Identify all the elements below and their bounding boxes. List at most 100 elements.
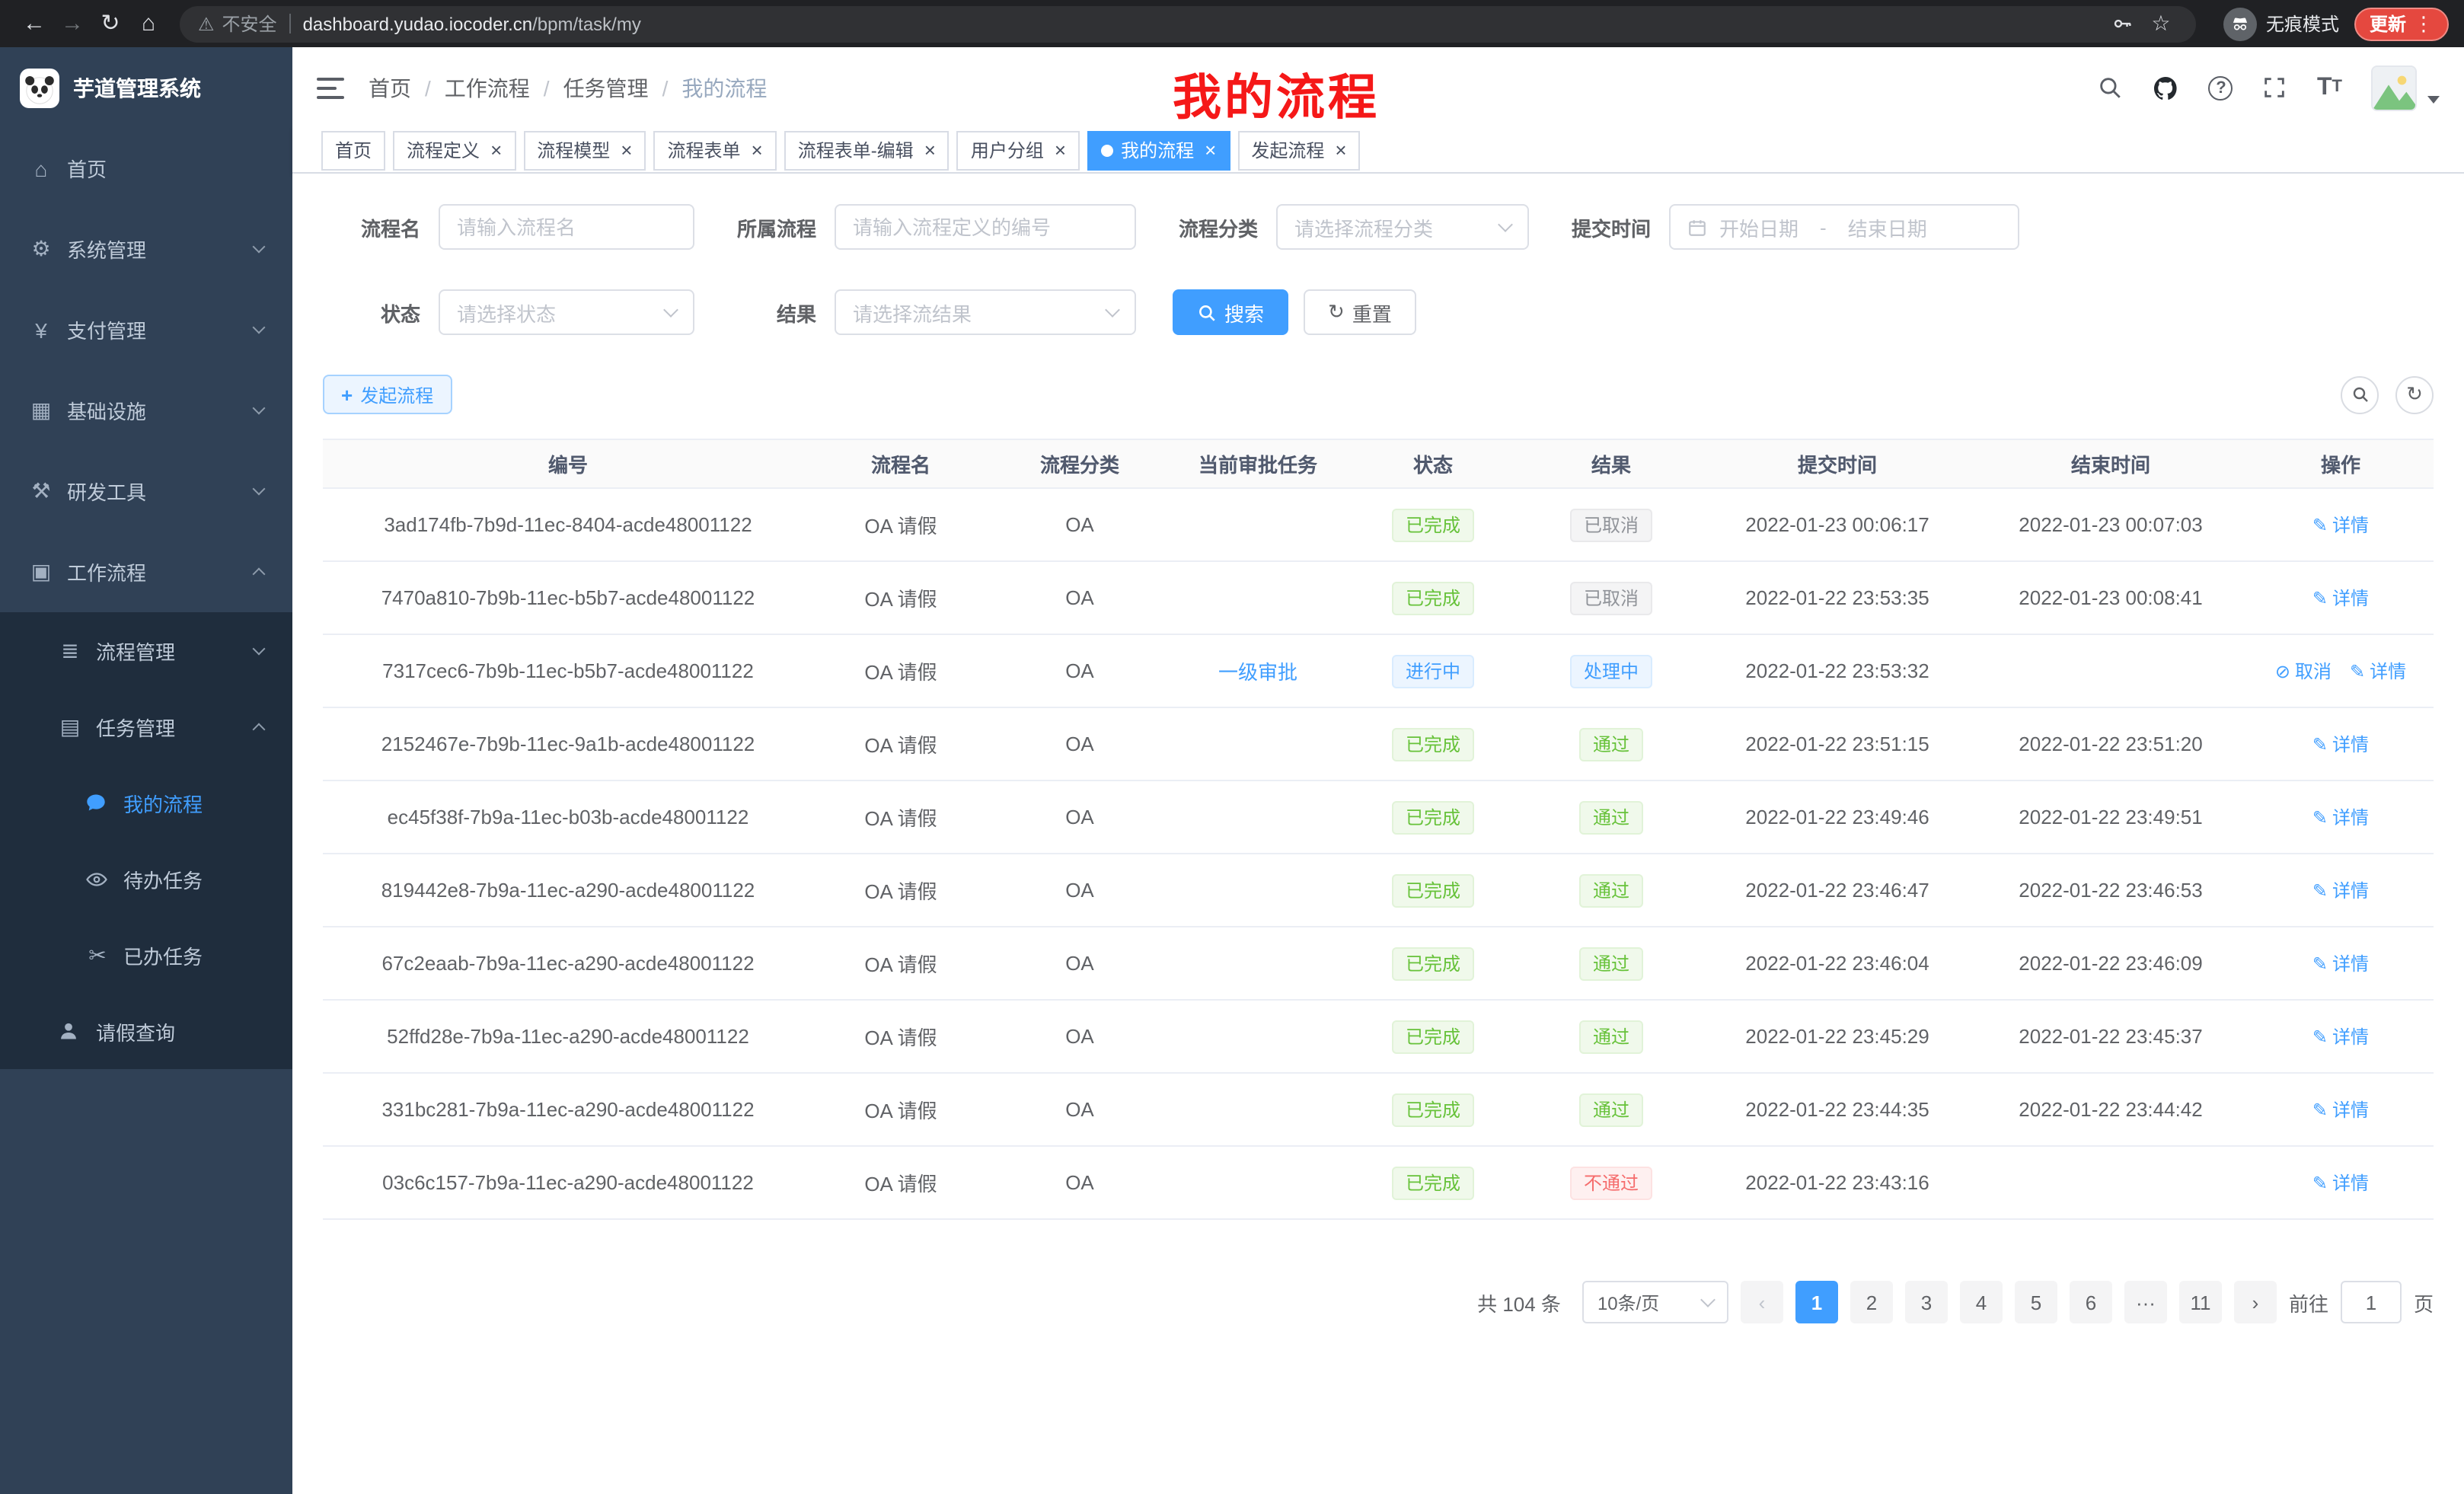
more-pages-button[interactable]: ··· [2124,1281,2167,1323]
page-button-1[interactable]: 1 [1795,1281,1838,1323]
tab-home[interactable]: 首页 [321,130,385,170]
reload-icon[interactable]: ↻ [91,0,129,47]
sidebar-item-system-management[interactable]: ⚙ 系统管理 [0,209,292,289]
process-definition-input[interactable] [835,204,1136,250]
page-button-4[interactable]: 4 [1960,1281,2003,1323]
sidebar-item-home[interactable]: ⌂ 首页 [0,128,292,209]
close-icon[interactable]: × [490,140,502,160]
detail-link[interactable]: ✎详情 [2312,950,2369,976]
screenshot-root: ← → ↻ ⌂ ⚠ 不安全 dashboard.yudao.iocoder.cn… [0,0,2464,1494]
result-tag: 不通过 [1570,1166,1652,1199]
cell-actions: ✎详情 [2248,707,2434,781]
close-icon[interactable]: × [1205,140,1216,160]
page-button-2[interactable]: 2 [1850,1281,1893,1323]
chevron-up-icon [253,723,266,736]
tab-process-model[interactable]: 流程模型× [523,130,646,170]
browser-home-icon[interactable]: ⌂ [129,0,168,47]
breadcrumb-item[interactable]: 工作流程 [445,72,530,103]
help-icon[interactable]: ? [2209,75,2233,100]
status-select[interactable]: 请选择状态 [439,289,694,335]
bookmark-star-icon[interactable]: ☆ [2144,11,2178,37]
result-select[interactable]: 请选择流结果 [835,289,1136,335]
tools-icon: ⚒ [29,478,53,504]
fullscreen-icon[interactable] [2262,75,2288,101]
detail-link[interactable]: ✎详情 [2312,1097,2369,1122]
search-icon[interactable] [2098,75,2124,101]
detail-link[interactable]: ✎详情 [2312,1023,2369,1049]
sidebar-item-dev-tools[interactable]: ⚒ 研发工具 [0,451,292,532]
result-label: 结果 [731,298,816,327]
cell-task [1171,561,1345,634]
sidebar-item-done-tasks[interactable]: ✂ 已办任务 [0,917,292,993]
sidebar-item-infrastructure[interactable]: ▦ 基础设施 [0,370,292,451]
refresh-table-button[interactable]: ↻ [2395,375,2434,413]
sidebar-item-process-management[interactable]: ≣ 流程管理 [0,612,292,688]
table-row: 67c2eaab-7b9a-11ec-a290-acde48001122 OA … [323,927,2434,1000]
avatar[interactable] [2371,65,2417,110]
detail-link[interactable]: ✎详情 [2312,877,2369,903]
close-icon[interactable]: × [1335,140,1346,160]
page-size-select[interactable]: 10条/页 [1582,1281,1728,1323]
close-icon[interactable]: × [1055,140,1066,160]
detail-link[interactable]: ✎详情 [2312,512,2369,538]
tab-my-process[interactable]: 我的流程× [1087,130,1230,170]
github-icon[interactable] [2153,74,2180,101]
cancel-link[interactable]: ⊘取消 [2275,658,2332,684]
close-icon[interactable]: × [752,140,763,160]
browser-menu-icon[interactable]: ⋮ [2414,11,2434,36]
sidebar-item-leave-query[interactable]: 请假查询 [0,993,292,1069]
sidebar-item-todo-tasks[interactable]: 待办任务 [0,841,292,917]
update-button[interactable]: 更新⋮ [2354,7,2449,40]
plus-icon: + [341,383,353,406]
submit-time-range-picker[interactable]: 开始日期 - 结束日期 [1669,204,2019,250]
collapse-sidebar-icon[interactable] [317,77,344,98]
detail-link[interactable]: ✎详情 [2312,1170,2369,1196]
process-category-select[interactable]: 请选择流程分类 [1276,204,1529,250]
font-size-icon[interactable]: TT [2317,75,2342,100]
toggle-search-button[interactable] [2341,375,2379,413]
close-icon[interactable]: × [621,140,632,160]
tab-start-process[interactable]: 发起流程× [1237,130,1360,170]
tab-process-definition[interactable]: 流程定义× [393,130,515,170]
back-icon[interactable]: ← [15,0,53,47]
current-task-link[interactable]: 一级审批 [1218,661,1297,684]
page-button-5[interactable]: 5 [2015,1281,2057,1323]
avatar-caret-icon[interactable] [2427,96,2440,104]
process-category-label: 流程分类 [1173,212,1258,241]
page-button-11[interactable]: 11 [2179,1281,2222,1323]
page-button-6[interactable]: 6 [2070,1281,2112,1323]
create-process-button[interactable]: + 发起流程 [323,375,452,414]
next-page-button[interactable]: › [2234,1281,2277,1323]
cell-category: OA [988,854,1171,927]
forward-icon[interactable]: → [53,0,91,47]
page-button-3[interactable]: 3 [1905,1281,1948,1323]
page-jump-input[interactable] [2341,1281,2402,1323]
sidebar-item-my-process[interactable]: 我的流程 [0,765,292,841]
address-bar[interactable]: ⚠ 不安全 dashboard.yudao.iocoder.cn/bpm/tas… [180,5,2196,42]
cell-status: 已完成 [1345,707,1521,781]
sidebar-item-payment-management[interactable]: ¥ 支付管理 [0,289,292,370]
prev-page-button[interactable]: ‹ [1741,1281,1783,1323]
cell-status: 进行中 [1345,634,1521,707]
detail-link[interactable]: ✎详情 [2312,804,2369,830]
detail-link[interactable]: ✎详情 [2312,731,2369,757]
search-button[interactable]: 搜索 [1173,289,1288,335]
breadcrumb-item[interactable]: 任务管理 [563,72,649,103]
breadcrumb-item[interactable]: 首页 [369,72,411,103]
detail-link[interactable]: ✎详情 [2350,658,2406,684]
divider [289,14,291,34]
tab-process-form-edit[interactable]: 流程表单-编辑× [784,130,950,170]
tab-process-form[interactable]: 流程表单× [653,130,776,170]
process-name-input[interactable] [439,204,694,250]
sidebar-item-workflow[interactable]: ▣ 工作流程 [0,532,292,612]
sidebar-item-task-management[interactable]: ▤ 任务管理 [0,688,292,765]
close-icon[interactable]: × [924,140,936,160]
cancel-icon: ⊘ [2275,660,2290,682]
tab-user-group[interactable]: 用户分组× [957,130,1080,170]
password-key-icon[interactable] [2111,12,2144,35]
cell-category: OA [988,707,1171,781]
reset-button[interactable]: ↻ 重置 [1304,289,1416,335]
detail-link[interactable]: ✎详情 [2312,585,2369,611]
cell-task [1171,1146,1345,1219]
process-name-label: 流程名 [323,212,420,241]
